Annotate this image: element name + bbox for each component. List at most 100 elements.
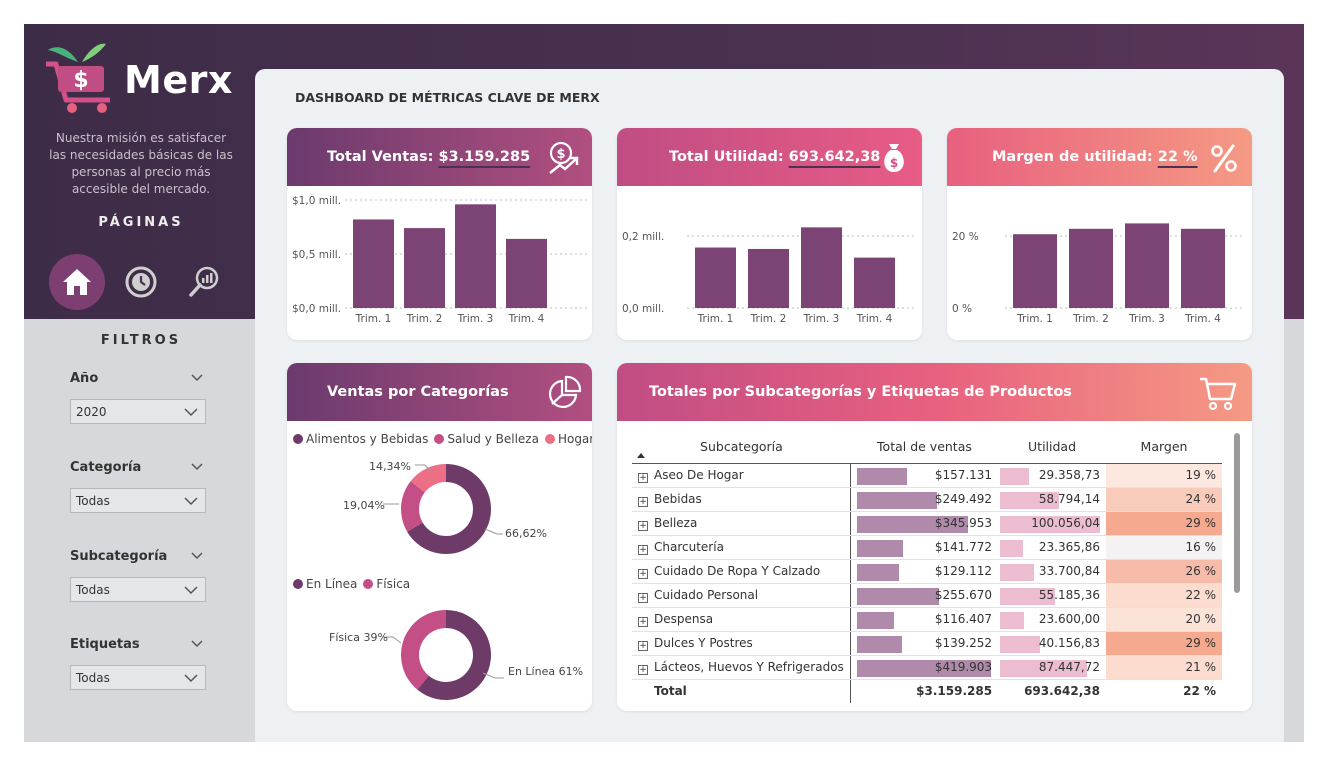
kpi-card-margen[interactable]: Margen de utilidad: 22 % 0 % 20 % Trim. 1 T… (947, 128, 1252, 340)
legend-dot (434, 434, 445, 444)
chevron-down-icon (184, 586, 198, 595)
nav-home-button[interactable] (49, 254, 105, 310)
cell-margen: 16 % (1105, 535, 1222, 560)
nav-analysis-button[interactable] (176, 254, 232, 310)
col-utilidad[interactable]: Utilidad (998, 431, 1106, 464)
legend-dot (544, 434, 555, 444)
expand-icon[interactable]: + (638, 664, 648, 675)
subcategorias-table-card[interactable]: Totales por Subcategorías y Etiquetas de… (617, 363, 1252, 711)
x-tick-label: Trim. 4 (856, 313, 893, 325)
cell-margen: 26 % (1105, 559, 1222, 584)
donut-label-alimentos: 66,62% (505, 527, 547, 540)
chevron-down-icon (191, 374, 203, 382)
expand-icon[interactable]: + (638, 616, 648, 627)
categorias-card[interactable]: Ventas por Categorías Alimentos y Bebida… (287, 363, 592, 711)
y-tick-label: 20 % (952, 231, 979, 243)
table-row[interactable]: + Cuidado Personal $255.670 55.185,36 22 % (632, 583, 1222, 608)
legend-item[interactable]: En Línea (293, 577, 357, 591)
dashboard-title: DASHBOARD DE MÉTRICAS CLAVE DE MERX (295, 90, 600, 105)
table-row[interactable]: + Aseo De Hogar $157.131 29.358,73 19 % (632, 463, 1222, 488)
table-row[interactable]: + Bebidas $249.492 58.794,14 24 % (632, 487, 1222, 512)
cell-utilidad: 100.056,04 (998, 511, 1106, 536)
col-subcategoria[interactable]: Subcategoría (632, 431, 851, 464)
utilidad-bar-chart: 0,0 mill. 0,2 mill. Trim. 1 Trim. 2 Trim. 3 T… (622, 227, 915, 325)
expand-icon[interactable]: + (638, 544, 648, 555)
cell-utilidad: 33.700,84 (998, 559, 1106, 584)
filter-year-title[interactable]: Año (70, 371, 206, 391)
chevron-down-icon (184, 674, 198, 683)
kpi-margen-value: 22 % (1157, 149, 1198, 165)
cell-margen: 19 % (1105, 463, 1222, 488)
cell-ventas: $116.407 (850, 607, 999, 632)
donut-label-fisica: Física 39% (329, 631, 388, 644)
kpi-ventas-label: Total Ventas: (327, 149, 439, 165)
total-utilidad: 693.642,38 (1024, 684, 1100, 699)
year-dropdown[interactable]: 2020 (70, 399, 206, 424)
tags-dropdown[interactable]: Todas (70, 665, 206, 690)
cell-ventas: $345.953 (850, 511, 999, 536)
chevron-down-icon (191, 463, 203, 471)
filter-subcategory: Subcategoría Todas (70, 549, 206, 602)
expand-icon[interactable]: + (638, 592, 648, 603)
expand-icon[interactable]: + (638, 640, 648, 651)
bar (404, 228, 445, 308)
legend-item[interactable]: Salud y Belleza (434, 432, 539, 446)
table-total-row: Total $3.159.285 693.642,38 22 % (632, 679, 1222, 703)
cell-subcategoria: + Lácteos, Huevos Y Refrigerados (632, 655, 851, 680)
donut-label-hogar: 14,34% (369, 460, 411, 473)
y-tick-label: 0,2 mill. (622, 231, 664, 243)
table-scrollbar[interactable] (1234, 433, 1240, 593)
table-row[interactable]: + Cuidado De Ropa Y Calzado $129.112 33.700… (632, 559, 1222, 584)
sort-ascending-icon (637, 452, 645, 458)
bar (1013, 234, 1057, 308)
subcategorias-header: Totales por Subcategorías y Etiquetas de… (617, 363, 1252, 421)
x-tick-label: Trim. 2 (406, 313, 443, 325)
chevron-down-icon (191, 552, 203, 560)
x-tick-label: Trim. 3 (803, 313, 840, 325)
kpi-utilidad-header: Total Utilidad: 693.642,38 $ (617, 128, 922, 186)
cell-ventas: $139.252 (850, 631, 999, 656)
table-row[interactable]: + Dulces Y Postres $139.252 40.156,83 29 % (632, 631, 1222, 656)
table-row[interactable]: + Lácteos, Huevos Y Refrigerados $419.903 8… (632, 655, 1222, 680)
cell-utilidad: 55.185,36 (998, 583, 1106, 608)
filter-tags: Etiquetas Todas (70, 637, 206, 690)
donut-label-enlinea: En Línea 61% (508, 665, 584, 678)
cell-subcategoria: + Aseo De Hogar (632, 463, 851, 488)
percent-icon (1211, 144, 1237, 173)
nav-history-button[interactable] (113, 254, 169, 310)
filter-category: Categoría Todas (70, 460, 206, 513)
expand-icon[interactable]: + (638, 520, 648, 531)
kpi-ventas-value: $3.159.285 (438, 149, 531, 165)
x-tick-label: Trim. 1 (355, 313, 392, 325)
subcategory-dropdown[interactable]: Todas (70, 577, 206, 602)
cart-logo-icon: $ (46, 43, 110, 113)
magnifier-chart-icon (189, 266, 219, 297)
kpi-card-utilidad[interactable]: Total Utilidad: 693.642,38 $ 0,0 mill. 0,… (617, 128, 922, 340)
margen-bar-chart: 0 % 20 % Trim. 1 Trim. 2 Trim. 3 Trim. 4 (952, 223, 1245, 325)
table-row[interactable]: + Despensa $116.407 23.600,00 20 % (632, 607, 1222, 632)
legend-item[interactable]: Hogar (544, 432, 592, 446)
bar (353, 219, 394, 308)
expand-icon[interactable]: + (638, 568, 648, 579)
cell-margen: 22 % (1105, 583, 1222, 608)
total-label: Total (654, 684, 687, 699)
filter-tags-title[interactable]: Etiquetas (70, 637, 206, 657)
filter-category-title[interactable]: Categoría (70, 460, 206, 480)
category-dropdown[interactable]: Todas (70, 488, 206, 513)
table-row[interactable]: + Charcutería $141.772 23.365,86 16 % (632, 535, 1222, 560)
table-row[interactable]: + Belleza $345.953 100.056,04 29 % (632, 511, 1222, 536)
expand-icon[interactable]: + (638, 472, 648, 483)
total-ventas: $3.159.285 (916, 684, 993, 699)
subcategorias-table: Subcategoría Total de ventas Utilidad Ma… (632, 431, 1222, 703)
col-total-ventas[interactable]: Total de ventas (850, 431, 999, 464)
col-margen[interactable]: Margen (1105, 431, 1222, 464)
expand-icon[interactable]: + (638, 496, 648, 507)
kpi-card-ventas[interactable]: Total Ventas: $3.159.285 $ $0,0 mill. $0,… (287, 128, 592, 340)
filter-subcategory-title[interactable]: Subcategoría (70, 549, 206, 569)
kpi-margen-header: Margen de utilidad: 22 % (947, 128, 1252, 186)
legend-dot (363, 579, 374, 589)
legend-item[interactable]: Física (363, 577, 410, 591)
legend-item[interactable]: Alimentos y Bebidas (293, 432, 428, 446)
x-tick-label: Trim. 1 (1016, 313, 1053, 325)
chevron-down-icon (191, 640, 203, 648)
